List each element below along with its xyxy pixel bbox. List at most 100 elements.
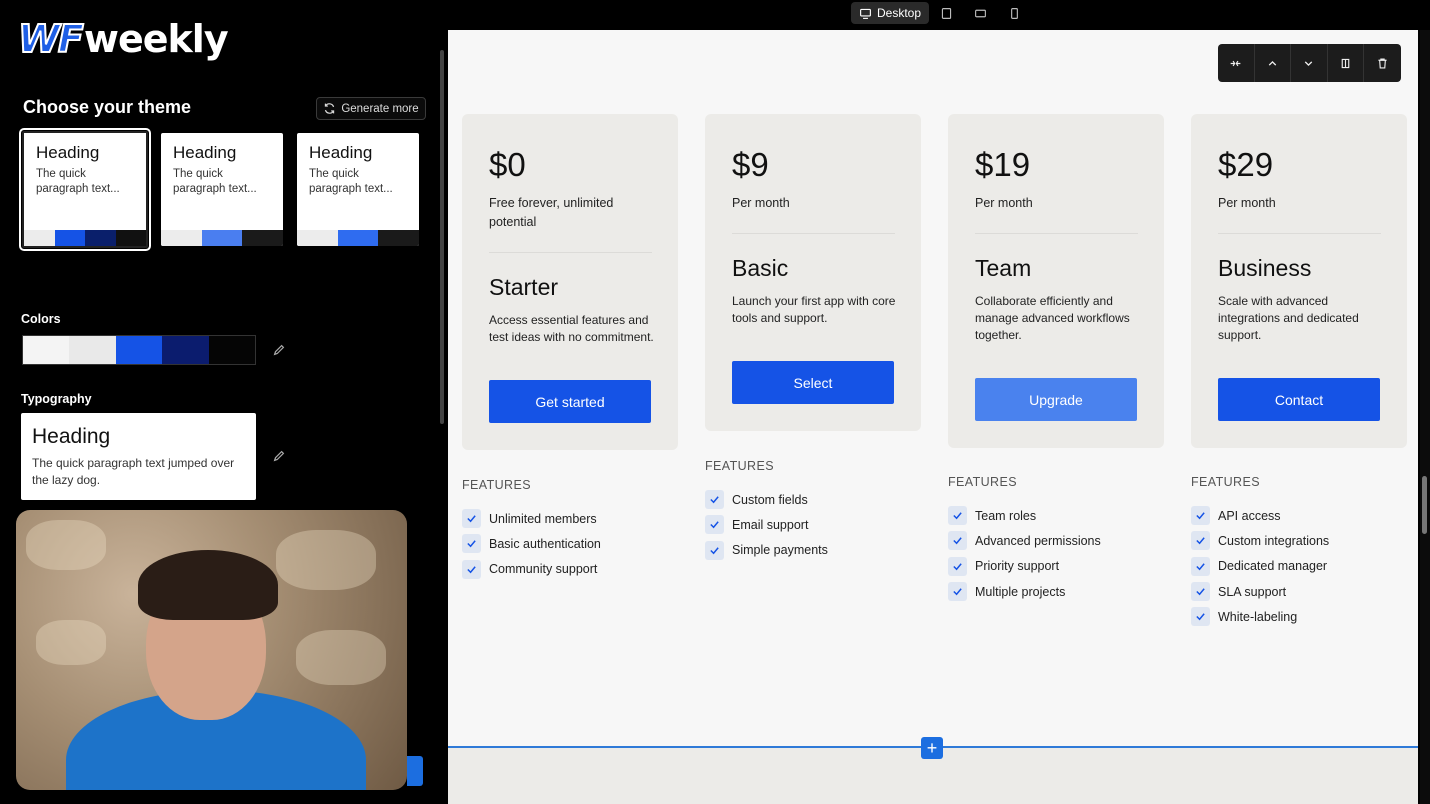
color-swatch[interactable]	[115, 336, 163, 364]
plan-description: Scale with advanced integrations and ded…	[1218, 294, 1359, 342]
person-hair	[138, 550, 278, 620]
pricing-card-team: $19 Per month Team Collaborate efficient…	[948, 114, 1164, 448]
feature-item: Simple payments	[705, 538, 921, 563]
feature-item: Dedicated manager	[1191, 554, 1407, 579]
swatch	[378, 230, 419, 246]
theme-card-swatches	[24, 230, 146, 246]
theme-card-paragraph: The quick paragraph text...	[309, 168, 393, 195]
typography-paragraph: The quick paragraph text jumped over the…	[32, 456, 235, 487]
feature-item: Team roles	[948, 503, 1164, 528]
color-swatch[interactable]	[69, 336, 116, 364]
features-team: FEATURES Team roles Advanced permissions…	[948, 475, 1164, 604]
landscape-view-button[interactable]	[970, 2, 990, 24]
theme-card-swatches	[161, 230, 283, 246]
check-icon	[1191, 531, 1210, 551]
contact-button[interactable]: Contact	[1218, 378, 1380, 421]
plan-name: Business	[1218, 255, 1312, 281]
swatch	[115, 230, 146, 246]
design-canvas[interactable]: $0 Free forever, unlimited potential Sta…	[448, 30, 1418, 804]
color-swatch[interactable]	[208, 336, 256, 364]
check-icon	[1191, 607, 1210, 627]
trash-icon	[1378, 57, 1387, 69]
canvas-scroll-thumb[interactable]	[1422, 476, 1427, 534]
color-palette[interactable]	[22, 335, 256, 365]
plan-name: Team	[975, 255, 1032, 281]
theme-card-heading: Heading	[173, 143, 237, 162]
feature-item: Community support	[462, 557, 678, 582]
feature-item: White-labeling	[1191, 604, 1407, 629]
check-icon	[1191, 506, 1210, 526]
feature-item: Multiple projects	[948, 579, 1164, 604]
move-up-button[interactable]	[1255, 44, 1292, 82]
move-down-button[interactable]	[1291, 44, 1328, 82]
check-icon	[1191, 556, 1210, 576]
delete-button[interactable]	[1364, 44, 1401, 82]
panel-action-tab[interactable]	[407, 756, 423, 786]
phone-icon	[1010, 7, 1018, 19]
get-started-button[interactable]: Get started	[489, 380, 651, 423]
canvas-scrollbar[interactable]	[1420, 30, 1430, 804]
edit-colors-pencil-icon[interactable]	[272, 343, 286, 357]
duplicate-button[interactable]	[1328, 44, 1365, 82]
collapse-button[interactable]	[1218, 44, 1255, 82]
device-toolbar: Desktop	[446, 0, 1430, 30]
check-icon	[948, 531, 967, 551]
feature-item: Advanced permissions	[948, 528, 1164, 553]
color-swatch[interactable]	[162, 336, 209, 364]
features-title: FEATURES	[462, 478, 531, 492]
panel-scrollbar[interactable]	[440, 50, 444, 424]
edit-typography-pencil-icon[interactable]	[272, 449, 286, 463]
feature-item: Unlimited members	[462, 506, 678, 531]
pricing-card-basic: $9 Per month Basic Launch your first app…	[705, 114, 921, 431]
feature-item: Custom integrations	[1191, 528, 1407, 553]
check-icon	[1191, 582, 1210, 602]
plan-price: $0	[489, 146, 526, 183]
chevron-down-icon	[1305, 60, 1313, 66]
refresh-icon	[325, 103, 335, 114]
feature-item: SLA support	[1191, 579, 1407, 604]
plan-price: $19	[975, 146, 1031, 183]
divider	[732, 233, 895, 234]
check-icon	[462, 509, 481, 529]
colors-label: Colors	[21, 312, 61, 326]
plan-description: Launch your first app with core tools an…	[732, 294, 896, 325]
swatch	[24, 230, 55, 246]
plan-price: $9	[732, 146, 769, 183]
plan-subtitle: Per month	[975, 196, 1033, 210]
check-icon	[948, 582, 967, 602]
generate-more-button[interactable]: Generate more	[316, 97, 426, 120]
plan-subtitle: Per month	[1218, 196, 1276, 210]
tablet-icon	[941, 7, 951, 19]
add-section-button[interactable]: +	[921, 737, 943, 759]
generate-more-label: Generate more	[341, 102, 419, 115]
features-title: FEATURES	[705, 459, 774, 473]
upgrade-button[interactable]: Upgrade	[975, 378, 1137, 421]
swatch	[85, 230, 116, 246]
theme-card-heading: Heading	[309, 143, 373, 162]
theme-card-swatches	[297, 230, 419, 246]
swatch	[337, 230, 379, 246]
feature-item: Basic authentication	[462, 531, 678, 556]
theme-card-paragraph: The quick paragraph text...	[36, 168, 120, 195]
logo-weekly: weekly	[83, 17, 229, 61]
tablet-view-button[interactable]	[936, 2, 956, 24]
swatch	[242, 230, 283, 246]
theme-card-3[interactable]: Heading The quick paragraph text...	[297, 133, 419, 246]
plan-description: Access essential features and test ideas…	[489, 313, 654, 344]
feature-item: Custom fields	[705, 487, 921, 512]
feature-item: Priority support	[948, 554, 1164, 579]
features-starter: FEATURES Unlimited members Basic authent…	[462, 478, 678, 582]
swatch	[54, 230, 85, 246]
features-basic: FEATURES Custom fields Email support Sim…	[705, 459, 921, 563]
typography-preview[interactable]: Heading The quick paragraph text jumped …	[21, 413, 256, 500]
webcam-overlay	[16, 510, 407, 790]
mobile-view-button[interactable]	[1004, 2, 1024, 24]
features-title: FEATURES	[1191, 475, 1260, 489]
select-button[interactable]: Select	[732, 361, 894, 404]
color-swatch[interactable]	[23, 336, 70, 364]
check-icon	[705, 490, 724, 510]
landscape-phone-icon	[974, 9, 986, 17]
theme-card-2[interactable]: Heading The quick paragraph text...	[161, 133, 283, 246]
desktop-view-button[interactable]: Desktop	[851, 2, 930, 24]
theme-card-1[interactable]: Heading The quick paragraph text...	[19, 128, 151, 251]
